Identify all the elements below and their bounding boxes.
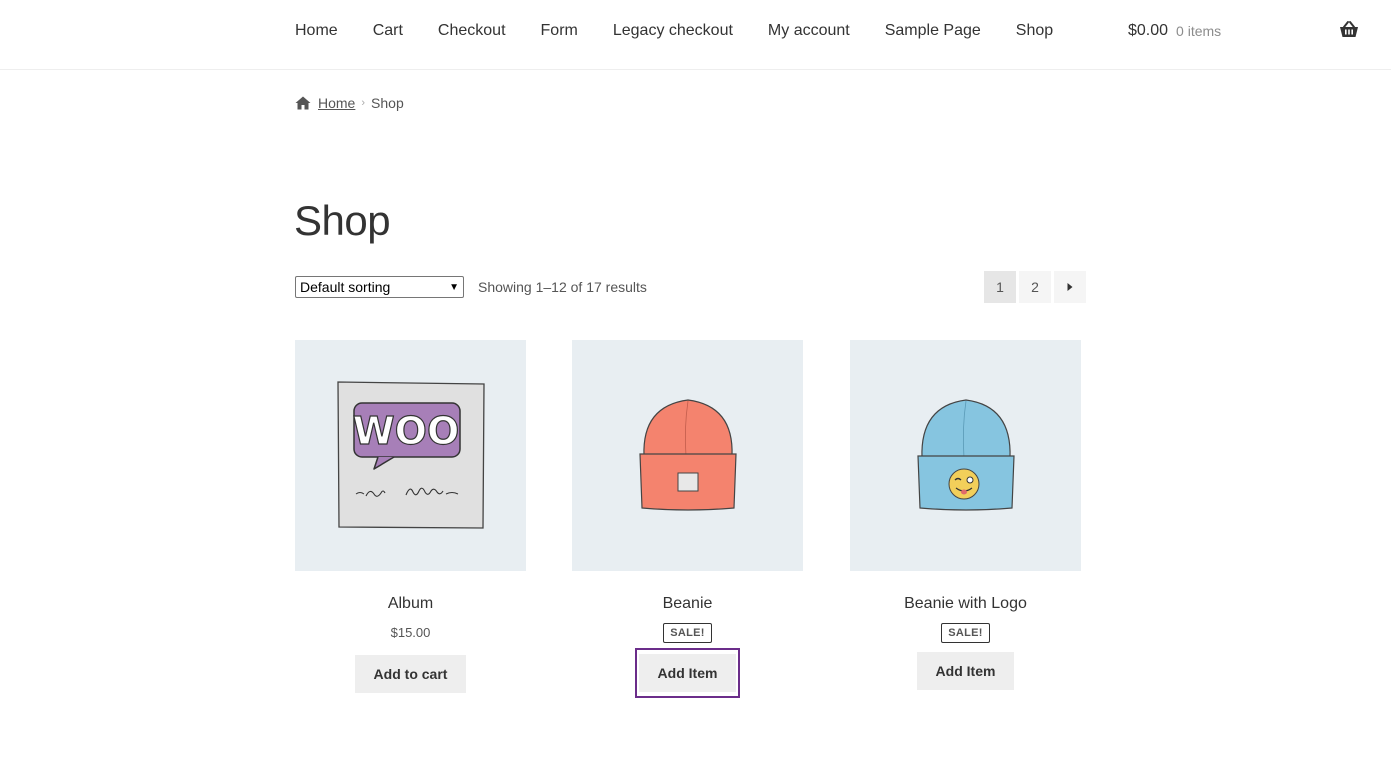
header-cart[interactable]: $0.00 0 items: [1128, 0, 1221, 62]
chevron-down-icon: ▼: [449, 281, 459, 293]
result-count: Showing 1–12 of 17 results: [478, 279, 647, 295]
breadcrumb: Home › Shop: [295, 95, 404, 111]
add-item-button[interactable]: Add Item: [916, 652, 1015, 690]
cart-amount: $0.00: [1128, 22, 1169, 39]
beanie-with-logo-artwork: [916, 398, 1015, 511]
basket-icon[interactable]: [1339, 20, 1359, 40]
nav-legacy-checkout[interactable]: Legacy checkout: [613, 22, 733, 40]
pagination: 1 2: [984, 271, 1089, 303]
product-name[interactable]: Beanie with Logo: [850, 595, 1081, 613]
focus-ring: Add Item: [634, 648, 741, 698]
next-page-button[interactable]: [1054, 271, 1086, 303]
primary-nav: Home Cart Checkout Form Legacy checkout …: [295, 0, 1088, 62]
home-icon: [295, 96, 311, 110]
product-image-beanie[interactable]: [572, 340, 803, 571]
nav-home[interactable]: Home: [295, 22, 338, 40]
sale-badge: SALE!: [941, 623, 990, 643]
add-to-cart-button[interactable]: Add to cart: [354, 655, 467, 693]
nav-checkout[interactable]: Checkout: [438, 22, 506, 40]
sale-badge: SALE!: [663, 623, 712, 643]
page-2-link[interactable]: 2: [1019, 271, 1051, 303]
chevron-right-icon: ›: [361, 97, 366, 109]
nav-my-account[interactable]: My account: [768, 22, 850, 40]
nav-form[interactable]: Form: [541, 22, 578, 40]
album-artwork: WOO: [336, 380, 485, 529]
add-item-button[interactable]: Add Item: [638, 654, 737, 692]
breadcrumb-home-link[interactable]: Home: [318, 95, 355, 111]
product-name[interactable]: Album: [295, 595, 526, 613]
svg-text:WOO: WOO: [352, 409, 459, 453]
nav-shop[interactable]: Shop: [1016, 22, 1053, 40]
caret-right-icon: [1067, 283, 1073, 291]
beanie-artwork: [638, 398, 737, 511]
product-card-album: WOO Album $15.00 Add to cart: [295, 340, 526, 693]
cart-item-count: 0 items: [1176, 23, 1222, 39]
site-header: Home Cart Checkout Form Legacy checkout …: [0, 0, 1391, 70]
product-name[interactable]: Beanie: [572, 595, 803, 613]
breadcrumb-current: Shop: [371, 95, 404, 111]
page-title: Shop: [294, 197, 391, 244]
sort-selected-value: Default sorting: [300, 279, 391, 295]
product-image-album[interactable]: WOO: [295, 340, 526, 571]
product-image-beanie-with-logo[interactable]: [850, 340, 1081, 571]
product-price: $15.00: [390, 625, 431, 640]
nav-cart[interactable]: Cart: [373, 22, 403, 40]
product-card-beanie-with-logo: Beanie with Logo SALE! Add Item: [850, 340, 1081, 690]
product-card-beanie: Beanie SALE! Add Item: [572, 340, 803, 698]
sort-select[interactable]: Default sorting ▼: [295, 276, 464, 298]
nav-sample-page[interactable]: Sample Page: [885, 22, 981, 40]
page-1-current: 1: [984, 271, 1016, 303]
